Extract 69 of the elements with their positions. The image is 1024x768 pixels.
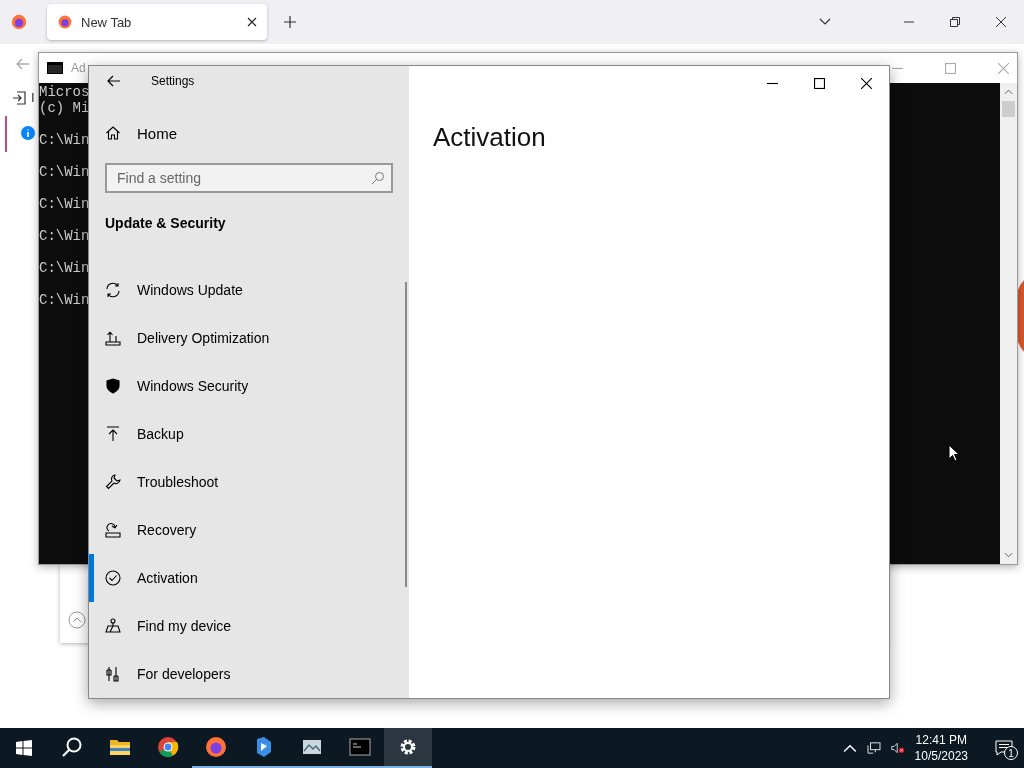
firefox-icon [57, 14, 73, 30]
network-icon[interactable] [866, 742, 881, 754]
windows-start-icon[interactable] [16, 740, 32, 756]
window-title: Settings [151, 74, 195, 89]
close-icon[interactable] [247, 17, 257, 27]
taskbar-button[interactable] [384, 728, 432, 768]
date-text: 10/5/2023 [914, 748, 968, 764]
scroll-up-icon[interactable] [1004, 89, 1013, 95]
wrench-icon [105, 474, 121, 490]
window-title: Ad [71, 61, 86, 75]
section-heading: Update & Security [105, 215, 227, 231]
firefox-icon [205, 736, 227, 758]
recovery-icon [105, 522, 121, 538]
update-icon [105, 282, 121, 298]
dev-icon [105, 666, 121, 682]
new-tab-icon[interactable] [284, 16, 296, 28]
browser-tab[interactable]: New Tab [47, 4, 267, 40]
nav-item[interactable]: Backup [84, 410, 409, 458]
console-line: (c) Mi [39, 100, 90, 116]
find-icon [105, 618, 121, 634]
console-line: C:\Win [39, 132, 90, 148]
nav-item[interactable]: Troubleshoot [84, 458, 409, 506]
clock[interactable]: 12:41 PM 10/5/2023 [914, 732, 968, 764]
console-icon [349, 736, 371, 758]
time-text: 12:41 PM [915, 732, 967, 748]
info-icon [21, 126, 35, 140]
console-line: Micros [39, 84, 90, 100]
console-line: C:\Win [39, 292, 90, 308]
nav-item[interactable]: For developers [84, 650, 409, 698]
nav-item[interactable]: Recovery [84, 506, 409, 554]
chevron-up-icon[interactable] [842, 742, 857, 754]
chrome-icon [157, 736, 179, 758]
scrollbar[interactable] [1000, 83, 1017, 564]
nav-item[interactable]: Find my device [84, 602, 409, 650]
home-link[interactable]: Home [89, 115, 409, 151]
sidebar-text: I [31, 90, 35, 105]
shield-icon [105, 378, 121, 394]
console-line: C:\Win [39, 228, 90, 244]
nav-item[interactable]: Delivery Optimization [84, 314, 409, 362]
scrollbar[interactable] [405, 282, 407, 587]
back-arrow-icon[interactable] [107, 75, 121, 88]
sign-in-icon [12, 91, 26, 105]
notification-count: 1 [1004, 746, 1018, 760]
console-line: C:\Win [39, 196, 90, 212]
backup-icon [105, 426, 121, 442]
notification-icon [995, 740, 1013, 756]
speaker-muted-icon[interactable] [890, 742, 905, 754]
search-icon [61, 736, 83, 758]
page-title: Activation [433, 122, 547, 153]
search-icon[interactable] [371, 171, 385, 185]
home-icon [105, 125, 121, 142]
console-icon [47, 62, 63, 74]
restore-icon[interactable] [950, 17, 960, 27]
notification-button[interactable]: 1 [984, 728, 1024, 768]
mouse-cursor-icon [948, 444, 960, 462]
console-line: C:\Win [39, 164, 90, 180]
chevron-down-icon[interactable] [819, 18, 831, 26]
nav-item[interactable]: Windows Security [84, 362, 409, 410]
scroll-thumb[interactable] [1002, 101, 1015, 117]
close-icon[interactable] [996, 17, 1006, 27]
search-field[interactable]: Find a setting [105, 163, 393, 193]
delivery-icon [105, 330, 121, 346]
scroll-up-icon[interactable] [68, 611, 86, 629]
close-icon[interactable] [861, 77, 872, 89]
firefox-icon[interactable] [10, 13, 28, 31]
scroll-down-icon[interactable] [1004, 552, 1013, 558]
check-icon [105, 570, 121, 586]
maximize-icon[interactable] [814, 77, 825, 89]
console-line: C:\Win [39, 260, 90, 276]
